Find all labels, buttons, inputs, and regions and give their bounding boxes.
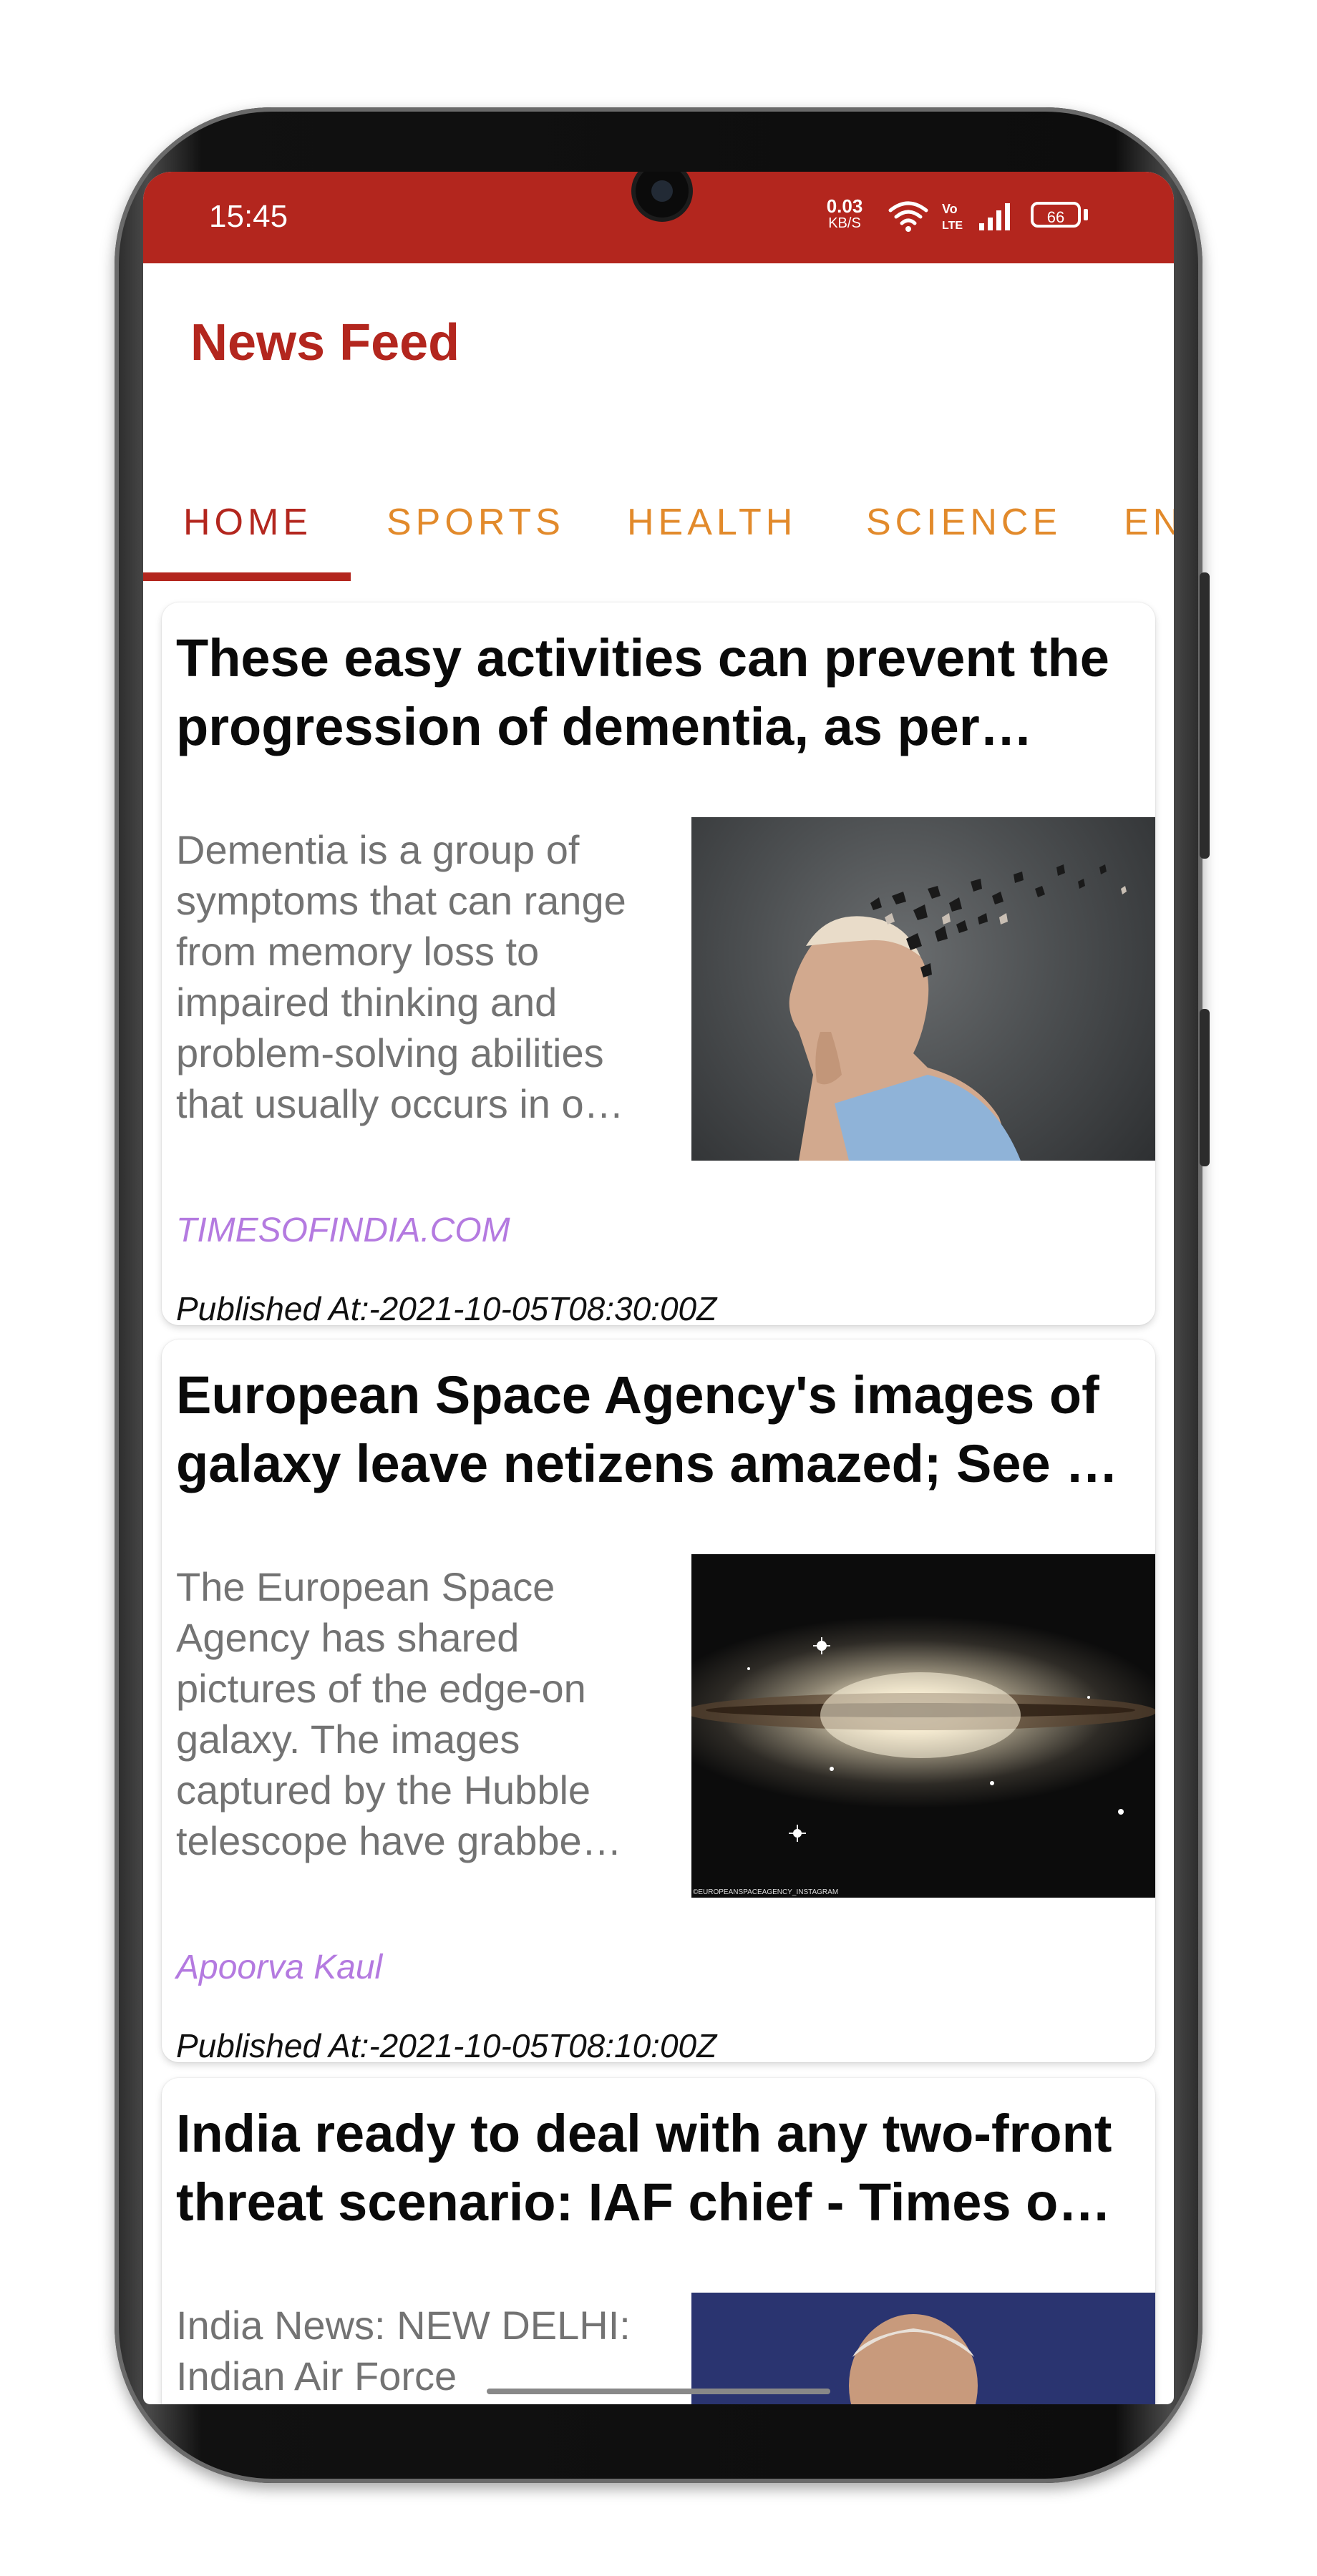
- battery-level: 66: [1046, 208, 1065, 226]
- app-title: News Feed: [190, 314, 460, 371]
- article-published-date: Published At:-2021-10-05T08:10:00Z: [176, 2027, 717, 2062]
- article-card[interactable]: These easy activities can prevent the pr…: [162, 602, 1155, 1325]
- status-time: 15:45: [209, 199, 288, 234]
- tab-entertainment[interactable]: EN: [1124, 479, 1174, 580]
- iaf-chief-photo: [849, 2314, 978, 2404]
- volume-button: [1200, 572, 1210, 859]
- article-description: The European Space Agency has shared pic…: [176, 1564, 622, 1863]
- article-title[interactable]: India ready to deal with any two-front t…: [176, 2099, 1142, 2237]
- svg-text:LTE: LTE: [942, 220, 963, 232]
- wifi-icon: [888, 201, 928, 232]
- status-bar: 15:45 0.03 KB/S Vo LTE 66: [143, 172, 1174, 263]
- tab-sports[interactable]: SPORTS: [387, 479, 565, 580]
- tab-health[interactable]: HEALTH: [627, 479, 797, 580]
- front-camera: [636, 172, 689, 218]
- volte-icon: Vo LTE: [942, 202, 963, 232]
- tab-home[interactable]: HOME: [183, 479, 312, 580]
- power-button: [1200, 1009, 1210, 1166]
- article-published-date: Published At:-2021-10-05T08:30:00Z: [176, 1290, 717, 1325]
- network-speed: 0.03 KB/S: [816, 197, 873, 232]
- tab-science[interactable]: SCIENCE: [866, 479, 1061, 580]
- category-tabs: HOME SPORTS HEALTH SCIENCE EN: [143, 479, 1174, 580]
- signal-icon: [979, 203, 1010, 230]
- app-screen: 15:45 0.03 KB/S Vo LTE 66 News Feed HOME…: [143, 172, 1174, 2404]
- article-card[interactable]: European Space Agency's images of galaxy…: [162, 1340, 1155, 2062]
- article-description: India News: NEW DELHI: Indian Air Force: [176, 2303, 631, 2399]
- galaxy-photo: [691, 1637, 1155, 1842]
- tab-indicator: [143, 572, 351, 581]
- network-speed-value: 0.03: [826, 195, 863, 217]
- battery-tip: [1084, 209, 1088, 220]
- article-title[interactable]: These easy activities can prevent the pr…: [176, 624, 1142, 761]
- image-credit: ©EUROPEANSPACEAGENCY_INSTAGRAM: [693, 1888, 839, 1896]
- article-source[interactable]: Apoorva Kaul: [176, 1948, 382, 1987]
- network-speed-unit: KB/S: [828, 215, 861, 231]
- dementia-illustration: [789, 864, 1127, 1161]
- article-title[interactable]: European Space Agency's images of galaxy…: [176, 1361, 1142, 1498]
- article-image[interactable]: [691, 817, 1155, 1161]
- article-source[interactable]: TIMESOFINDIA.COM: [176, 1211, 510, 1250]
- article-image[interactable]: [691, 2293, 1155, 2404]
- svg-text:Vo: Vo: [942, 202, 958, 216]
- article-description: Dementia is a group of symptoms that can…: [176, 827, 626, 1126]
- battery-icon: 66: [1031, 202, 1081, 228]
- article-image[interactable]: ©EUROPEANSPACEAGENCY_INSTAGRAM: [691, 1554, 1155, 1898]
- article-card[interactable]: India ready to deal with any two-front t…: [162, 2078, 1155, 2404]
- home-indicator[interactable]: [487, 2389, 830, 2394]
